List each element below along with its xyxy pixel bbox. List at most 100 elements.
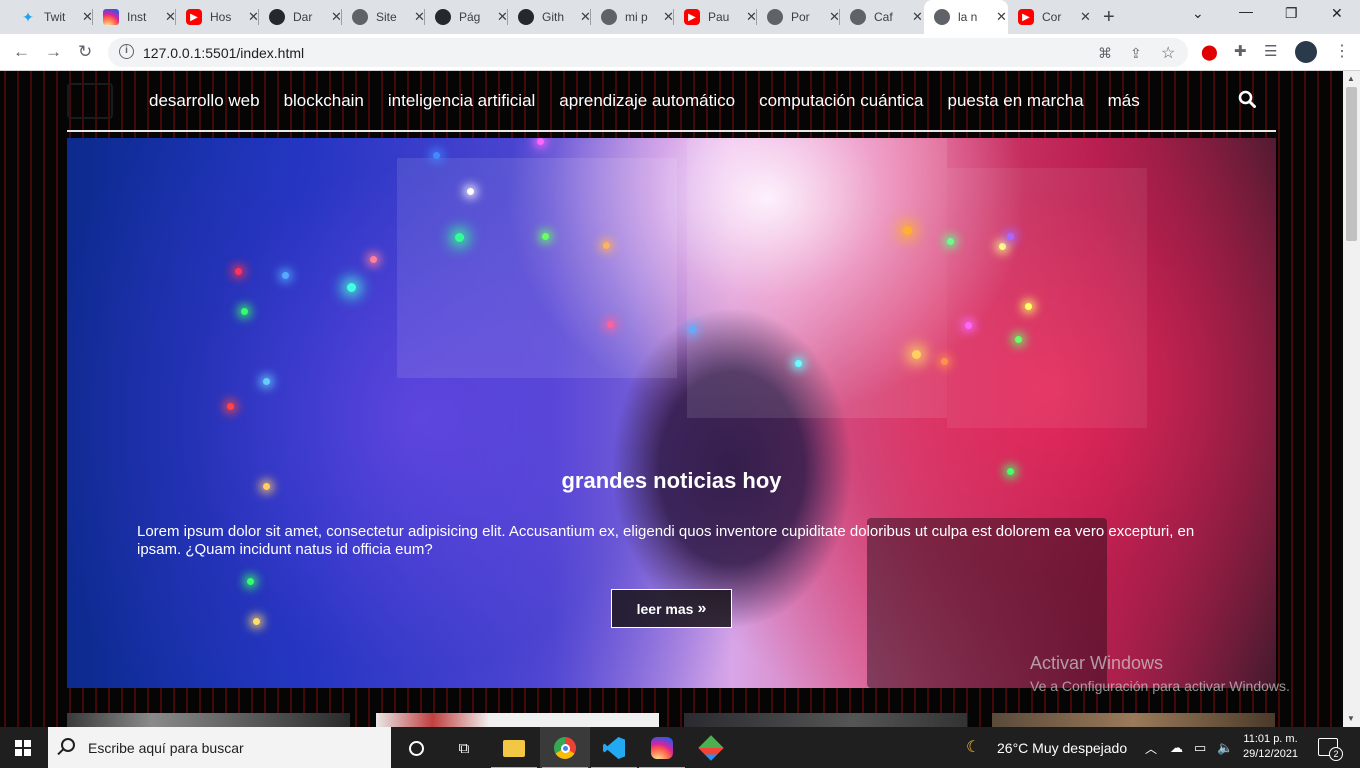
article-card[interactable] (376, 713, 659, 727)
nav-item-puesta-en-marcha[interactable]: puesta en marcha (948, 91, 1084, 111)
browser-tab[interactable]: Dar ✕ (259, 0, 342, 34)
taskbar-clock[interactable]: 11:01 p. m. 29/12/2021 (1243, 732, 1298, 762)
tab-search-chevron-icon[interactable]: ⌄ (1192, 5, 1204, 22)
address-bar[interactable]: i 127.0.0.1:5501/index.html ⌘ ⇪ ☆ (108, 38, 1188, 67)
nav-item-computacion-cuantica[interactable]: computación cuántica (759, 91, 923, 111)
globe-icon (850, 9, 866, 25)
hero-image-light (1007, 233, 1014, 240)
instagram-icon[interactable] (639, 735, 685, 768)
forward-arrow-icon[interactable]: → (45, 42, 62, 62)
scroll-up-arrow-icon[interactable]: ▲ (1347, 74, 1355, 83)
taskbar-search-box[interactable]: Escribe aquí para buscar (48, 727, 391, 768)
new-tab-icon[interactable]: + (1103, 6, 1115, 29)
browser-tab[interactable]: Site ✕ (342, 0, 425, 34)
browser-tab[interactable]: ✦ Twit ✕ (10, 0, 93, 34)
network-icon[interactable]: ▭ (1194, 740, 1206, 756)
weather-text[interactable]: 26°C Muy despejado (997, 740, 1127, 756)
nav-item-inteligencia-artificial[interactable]: inteligencia artificial (388, 91, 535, 111)
site-info-icon[interactable]: i (119, 44, 134, 59)
youtube-icon: ▶ (684, 9, 700, 25)
browser-tab[interactable]: ▶ Cor ✕ (1008, 0, 1091, 34)
tab-title: Dar (293, 10, 313, 24)
browser-tab-active[interactable]: la n ✕ (924, 0, 1008, 34)
share-icon[interactable]: ⇪ (1130, 45, 1142, 62)
back-arrow-icon[interactable]: ← (13, 42, 30, 62)
minimize-icon[interactable]: — (1239, 3, 1253, 19)
onedrive-icon[interactable]: ☁ (1170, 740, 1183, 756)
read-more-button[interactable]: leer mas » (611, 589, 732, 628)
double-chevron-right-icon: » (697, 599, 707, 617)
cortana-icon[interactable] (403, 735, 429, 761)
search-icon (61, 738, 75, 752)
git-kraken-icon[interactable] (698, 735, 724, 761)
scrollbar-thumb[interactable] (1346, 87, 1357, 241)
nav-item-blockchain[interactable]: blockchain (284, 91, 364, 111)
bookmark-star-icon[interactable]: ☆ (1161, 43, 1175, 63)
menu-kebab-icon[interactable]: ⋮ (1334, 41, 1350, 61)
nav-item-aprendizaje-automatico[interactable]: aprendizaje automático (559, 91, 735, 111)
clock-date: 29/12/2021 (1243, 748, 1299, 760)
reload-icon[interactable]: ↻ (78, 42, 92, 62)
extensions-puzzle-icon[interactable]: ✚ (1234, 42, 1247, 60)
restore-icon[interactable]: ❐ (1285, 5, 1298, 22)
browser-tab[interactable]: Caf ✕ (840, 0, 923, 34)
hero-image-newspapers (687, 138, 947, 418)
close-tab-icon[interactable]: ✕ (996, 9, 1007, 25)
close-tab-icon[interactable]: ✕ (912, 9, 923, 25)
hero-image-light (912, 350, 921, 359)
hero-image-light (947, 238, 954, 245)
hero-image-light (903, 226, 912, 235)
close-tab-icon[interactable]: ✕ (1080, 9, 1091, 25)
github-icon (435, 9, 451, 25)
address-url[interactable]: 127.0.0.1:5501/index.html (143, 45, 304, 61)
hero-banner: grandes noticias hoy Lorem ipsum dolor s… (67, 138, 1276, 688)
article-card[interactable] (67, 713, 350, 727)
hero-text: Lorem ipsum dolor sit amet, consectetur … (137, 523, 1195, 558)
hero-image-newspapers (397, 158, 677, 378)
browser-tab[interactable]: Inst ✕ (93, 0, 176, 34)
github-icon (518, 9, 534, 25)
tab-title: Pau (708, 10, 730, 24)
browser-tab[interactable]: Pág ✕ (425, 0, 508, 34)
article-card[interactable] (684, 713, 967, 727)
site-logo[interactable] (67, 83, 113, 119)
close-window-icon[interactable]: ✕ (1331, 5, 1343, 22)
windows-taskbar: Escribe aquí para buscar ⧉ ☾ 26°C Muy de… (0, 727, 1360, 768)
chrome-icon[interactable] (542, 735, 588, 768)
show-hidden-icons-chevron-icon[interactable]: ︿ (1145, 740, 1157, 757)
tab-title: Por (791, 10, 810, 24)
hero-image-light (965, 322, 972, 329)
youtube-icon: ▶ (1018, 9, 1034, 25)
browser-tab[interactable]: ▶ Hos ✕ (176, 0, 259, 34)
browser-tab[interactable]: ▶ Pau ✕ (674, 0, 757, 34)
hero-image-light (941, 358, 948, 365)
hero-image-light (795, 360, 802, 367)
page-scrollbar[interactable]: ▲ ▼ (1343, 71, 1360, 727)
opera-extension-icon[interactable]: ⬤ (1201, 43, 1218, 61)
notification-center-icon[interactable]: 2 (1318, 738, 1343, 761)
nav-item-desarrollo-web[interactable]: desarrollo web (149, 91, 260, 111)
search-icon[interactable] (1238, 90, 1256, 108)
article-card[interactable] (992, 713, 1275, 727)
profile-avatar[interactable] (1295, 41, 1317, 63)
windows-start-icon[interactable] (15, 740, 31, 756)
hero-image-light (370, 256, 377, 263)
scroll-down-arrow-icon[interactable]: ▼ (1347, 714, 1355, 723)
clock-time: 11:01 p. m. (1243, 733, 1298, 745)
translate-icon[interactable]: ⌘ (1098, 45, 1112, 62)
hero-image-light (263, 378, 270, 385)
browser-tab[interactable]: Por ✕ (757, 0, 840, 34)
hero-image-light (537, 138, 544, 145)
browser-tab[interactable]: mi p ✕ (591, 0, 674, 34)
hero-image-light (542, 233, 549, 240)
media-playlist-icon[interactable]: ☰ (1264, 42, 1277, 60)
browser-tab[interactable]: Gith ✕ (508, 0, 591, 34)
file-explorer-icon[interactable] (491, 735, 537, 768)
vscode-icon[interactable] (591, 735, 637, 768)
globe-icon (352, 9, 368, 25)
read-more-label: leer mas (636, 600, 694, 617)
weather-moon-icon[interactable]: ☾ (966, 737, 980, 757)
task-view-icon[interactable]: ⧉ (451, 735, 477, 761)
volume-icon[interactable]: 🔈 (1217, 740, 1233, 756)
nav-item-mas[interactable]: más (1108, 91, 1140, 111)
